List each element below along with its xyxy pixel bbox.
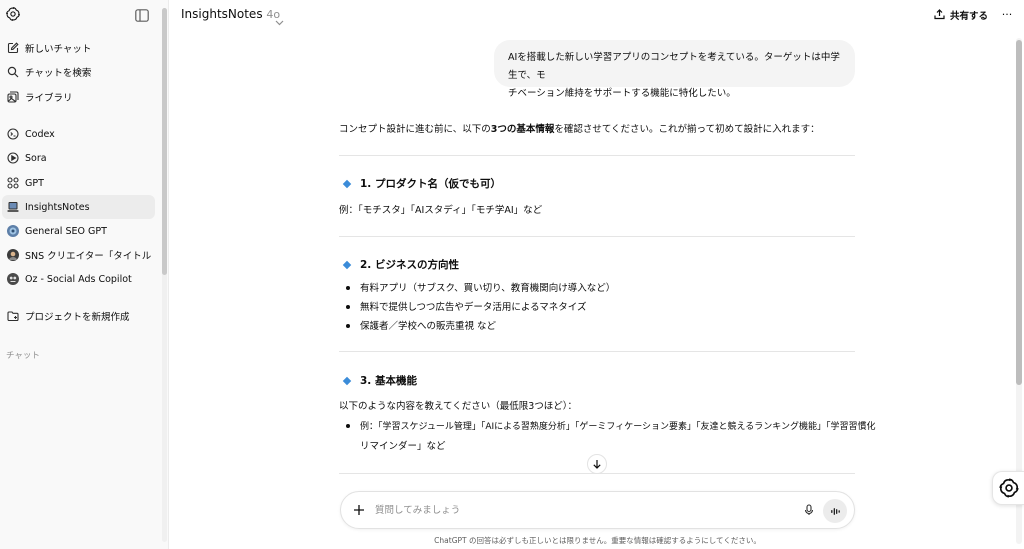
model-selector[interactable]: InsightsNotes 4o <box>181 7 280 21</box>
list-item: 例：「学習スケジュール管理」「AIによる習熟度分析」「ゲーミフィケーション要素」… <box>346 419 876 432</box>
notebook-icon <box>7 201 19 213</box>
sidebar-item-gpt[interactable]: GPT <box>2 171 155 195</box>
microphone-icon[interactable] <box>801 502 817 518</box>
sora-icon <box>7 152 19 164</box>
sidebar-item-search-chats[interactable]: チャットを検索 <box>2 60 155 84</box>
sidebar-item-label: Sora <box>25 152 47 164</box>
more-icon: ··· <box>1001 7 1013 21</box>
sidebar-item-label: GPT <box>25 177 44 189</box>
sidebar-item-label: 新しいチャット <box>25 44 92 55</box>
share-label: 共有する <box>950 10 989 22</box>
sidebar-item-codex[interactable]: Codex <box>2 122 155 146</box>
divider <box>339 236 855 237</box>
bullet-icon <box>346 323 350 328</box>
section-heading-text: 2. ビジネスの方向性 <box>360 259 459 271</box>
scroll-to-bottom-button[interactable] <box>587 454 607 474</box>
section-text: 例：「モチスタ」「AIスタディ」「モチ学AI」など <box>339 205 543 216</box>
arrow-down-icon <box>593 460 601 469</box>
list-item-text: 無料で提供しつつ広告やデータ活用によるマネタイズ <box>360 302 587 313</box>
bullet-icon <box>346 285 350 290</box>
sidebar-item-new-chat[interactable]: 新しいチャット <box>2 36 155 60</box>
sidebar-item-label: Oz - Social Ads Copilot <box>25 273 132 285</box>
sidebar-item-sns-creator[interactable]: SNS クリエイター「タイトル・サム... <box>2 243 155 267</box>
bullet-icon <box>346 423 350 428</box>
sidebar-item-library[interactable]: ライブラリ <box>2 85 155 109</box>
chat-section-label: チャット <box>6 351 40 361</box>
bullet-icon <box>346 304 350 309</box>
sidebar-item-label: General SEO GPT <box>25 225 107 237</box>
search-icon <box>7 66 19 78</box>
sidebar-item-new-project[interactable]: プロジェクトを新規作成 <box>2 304 155 328</box>
intro-text: を確認させてください。これが揃って初めて設計に入れます： <box>554 124 820 135</box>
list-item: 保護者／学校への販売重視 など <box>346 318 496 332</box>
section-heading-text: 3. 基本機能 <box>360 375 417 387</box>
floating-assistant-button[interactable] <box>992 471 1024 505</box>
openai-logo-icon <box>998 478 1019 498</box>
diamond-icon <box>342 179 352 188</box>
divider <box>339 351 855 352</box>
section-heading: 3. 基本機能 <box>342 373 417 388</box>
sidebar-item-sora[interactable]: Sora <box>2 146 155 170</box>
sidebar-toggle-icon[interactable] <box>135 7 149 22</box>
sidebar-item-label: Codex <box>25 128 55 140</box>
prompt-input[interactable] <box>375 501 775 519</box>
list-item-text: 有料アプリ（サブスク、買い切り、教育機関向け導入など） <box>360 283 616 294</box>
seo-avatar <box>7 225 19 237</box>
new-chat-icon <box>7 42 19 54</box>
diamond-icon <box>342 260 352 269</box>
plus-icon[interactable] <box>351 502 367 518</box>
new-project-icon <box>7 310 19 322</box>
list-item: 無料で提供しつつ広告やデータ活用によるマネタイズ <box>346 299 586 313</box>
sidebar-item-label: プロジェクトを新規作成 <box>25 312 130 323</box>
library-icon <box>7 91 19 103</box>
section-text: 以下のような内容を教えてください（最低限3つほど）： <box>339 401 578 412</box>
section-heading-text: 1. プロダクト名（仮でも可） <box>360 178 501 190</box>
user-message-line: チベーション維持をサポートする機能に特化したい。 <box>508 88 736 99</box>
voice-waveform-icon <box>830 507 840 515</box>
composer <box>340 491 855 529</box>
sidebar-top <box>0 0 169 30</box>
sidebar-item-label: チャットを検索 <box>25 68 92 79</box>
sidebar-item-label: SNS クリエイター「タイトル・サム... <box>25 251 155 262</box>
intro-bold-text: 3つの基本情報 <box>490 124 555 135</box>
more-options-button[interactable]: ··· <box>999 6 1015 22</box>
list-item: 有料アプリ（サブスク、買い切り、教育機関向け導入など） <box>346 280 615 294</box>
sidebar-item-label: InsightsNotes <box>25 201 90 213</box>
sidebar-item-label: ライブラリ <box>25 93 73 104</box>
list-item-text: 例：「学習スケジュール管理」「AIによる習熟度分析」「ゲーミフィケーション要素」… <box>360 422 876 432</box>
sidebar: 新しいチャット チャットを検索 ライブラリ Codex Sora GPT Ins… <box>0 0 169 549</box>
gpt-grid-icon <box>7 177 19 189</box>
chevron-down-icon[interactable] <box>275 11 284 26</box>
assistant-intro: コンセプト設計に進む前に、以下の3つの基本情報を確認させてください。これが揃って… <box>339 121 820 135</box>
sidebar-item-oz-social-ads[interactable]: Oz - Social Ads Copilot <box>2 267 155 291</box>
codex-icon <box>7 128 19 140</box>
openai-logo-icon[interactable] <box>5 6 21 22</box>
disclaimer: ChatGPT の回答は必ずしも正しいとは限りません。重要な情報は確認するように… <box>434 536 761 545</box>
section-heading: 1. プロダクト名（仮でも可） <box>342 176 501 191</box>
oz-avatar <box>7 273 19 285</box>
diamond-icon <box>342 376 352 385</box>
user-message-line: AIを搭載した新しい学習アプリのコンセプトを考えている。ターゲットは中学生で、モ <box>508 52 840 81</box>
share-icon <box>934 9 945 20</box>
sidebar-item-general-seo-gpt[interactable]: General SEO GPT <box>2 219 155 243</box>
voice-mode-button[interactable] <box>823 499 847 523</box>
divider <box>339 155 855 156</box>
list-item-text: 保護者／学校への販売重視 など <box>360 321 497 332</box>
intro-text: コンセプト設計に進む前に、以下の <box>339 124 491 135</box>
share-button[interactable]: 共有する <box>934 6 988 23</box>
sidebar-scrollbar[interactable] <box>162 8 167 275</box>
list-item-continuation: リマインダー」など <box>360 441 446 452</box>
header: InsightsNotes 4o 共有する ··· <box>170 0 1024 30</box>
sidebar-item-insightsnotes[interactable]: InsightsNotes <box>2 195 155 219</box>
main-scrollbar[interactable] <box>1016 40 1022 385</box>
sns-avatar <box>7 249 19 261</box>
user-message: AIを搭載した新しい学習アプリのコンセプトを考えている。ターゲットは中学生で、モ… <box>494 40 855 99</box>
section-heading: 2. ビジネスの方向性 <box>342 257 459 272</box>
model-name: InsightsNotes <box>181 7 263 21</box>
